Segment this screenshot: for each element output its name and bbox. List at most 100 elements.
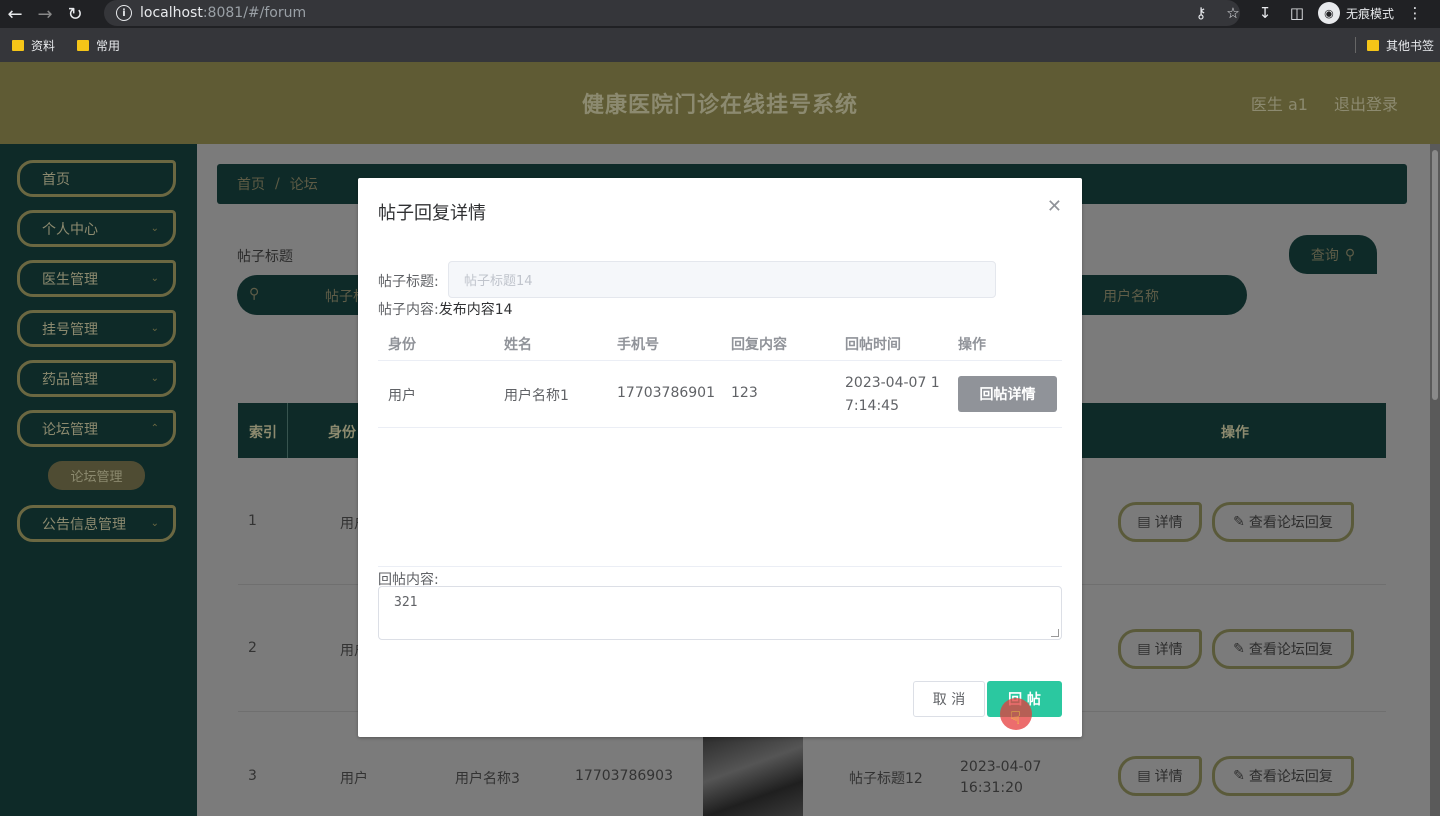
edit-icon: ✎ [1233, 768, 1245, 784]
post-thumbnail-image [703, 736, 803, 816]
site-info-icon[interactable]: i [116, 5, 132, 21]
username-placeholder: 用户名称 [1103, 289, 1159, 305]
sidebar-item-label: 药品管理 [42, 371, 98, 388]
reply-content-text: 321 [394, 595, 418, 610]
view-reply-button-label: 查看论坛回复 [1248, 769, 1333, 785]
reply-identity: 用户 [388, 388, 416, 404]
browser-toolbar: ← → ↻ i localhost:8081/#/forum ⚷ ☆ ↧ ◫ ◉… [0, 0, 1440, 28]
row-identity: 用户 [340, 771, 368, 787]
edit-icon: ✎ [1233, 514, 1245, 530]
reply-content-textarea[interactable]: 321 [378, 586, 1062, 640]
incognito-indicator[interactable]: ◉ 无痕模式 [1317, 2, 1394, 24]
document-icon: ▤ [1137, 514, 1151, 530]
url-host: localhost [140, 5, 203, 21]
cancel-button[interactable]: 取 消 [913, 681, 985, 717]
row-time: 2023-04-07 16:31:20 [960, 759, 1042, 796]
query-button-label: 查询 [1310, 247, 1339, 264]
download-icon[interactable]: ↧ [1254, 4, 1276, 22]
view-reply-button[interactable]: ✎ 查看论坛回复 [1212, 629, 1354, 669]
incognito-label: 无痕模式 [1345, 6, 1394, 21]
bookmark-separator [1355, 37, 1356, 53]
reply-table-header: 身份 姓名 手机号 回复内容 回帖时间 操作 [378, 324, 1062, 361]
bookmark-folder-2[interactable]: 常用 [77, 37, 120, 54]
sidebar-item-label: 挂号管理 [42, 321, 98, 338]
breadcrumb-current: 论坛 [289, 177, 318, 193]
sidebar-item-home[interactable]: 首页 [17, 160, 176, 197]
reply-content: 123 [731, 385, 758, 401]
folder-icon [1366, 39, 1379, 51]
sidebar-item-label: 公告信息管理 [42, 516, 126, 533]
row-index: 2 [248, 640, 257, 656]
breadcrumb-home[interactable]: 首页 [237, 174, 265, 194]
app-header: 健康医院门诊在线挂号系统 医生 a1 退出登录 [0, 62, 1440, 144]
post-title-label: 帖子标题: [378, 274, 439, 290]
detail-button-label: 详情 [1154, 642, 1183, 658]
column-header-index: 索引 [249, 425, 277, 441]
sidebar-item-notice[interactable]: 公告信息管理 ⌄ [17, 505, 176, 542]
bookmarks-bar: 资料 常用 其他书签 [0, 28, 1440, 62]
detail-button[interactable]: ▤ 详情 [1118, 502, 1202, 542]
column-header-content: 回复内容 [731, 337, 787, 353]
hand-cursor-icon: ☟ [1010, 708, 1021, 729]
sidebar-item-personal[interactable]: 个人中心 ⌄ [17, 210, 176, 247]
sidebar-item-forum[interactable]: 论坛管理 ⌃ [17, 410, 176, 447]
sidebar: 首页 个人中心 ⌄ 医生管理 ⌄ 挂号管理 ⌄ 药品管理 ⌄ 论坛管理 ⌃ 论坛管理 公告… [0, 144, 197, 816]
folder-icon [12, 39, 24, 51]
column-divider [287, 403, 288, 458]
incognito-icon: ◉ [1317, 2, 1340, 24]
post-title-input[interactable]: 帖子标题14 [448, 261, 996, 298]
other-bookmarks[interactable]: 其他书签 [1366, 28, 1434, 62]
edit-icon: ✎ [1233, 641, 1245, 657]
other-bookmarks-label: 其他书签 [1385, 38, 1434, 53]
view-reply-button[interactable]: ✎ 查看论坛回复 [1212, 756, 1354, 796]
bookmark-folder-1[interactable]: 资料 [12, 37, 55, 54]
back-icon[interactable]: ← [0, 0, 30, 28]
reply-detail-button[interactable]: 回帖详情 [958, 376, 1057, 412]
chevron-down-icon: ⌄ [150, 373, 159, 384]
query-button[interactable]: 查询 ⚲ [1289, 235, 1377, 274]
search-icon: ⚲ [249, 286, 260, 302]
key-icon[interactable]: ⚷ [1190, 4, 1212, 22]
bookmark-label: 常用 [96, 38, 121, 53]
sidebar-item-label: 医生管理 [42, 271, 98, 288]
sidebar-item-medicine[interactable]: 药品管理 ⌄ [17, 360, 176, 397]
close-icon[interactable]: ✕ [1047, 196, 1062, 217]
column-header-op: 操作 [958, 337, 986, 353]
search-icon: ⚲ [1344, 246, 1356, 263]
resize-handle[interactable] [1051, 629, 1059, 637]
detail-button-label: 详情 [1154, 769, 1183, 785]
forward-icon[interactable]: → [30, 0, 60, 28]
folder-icon [77, 39, 90, 51]
address-bar[interactable]: i localhost:8081/#/forum [104, 0, 1240, 26]
star-icon[interactable]: ☆ [1222, 4, 1244, 22]
post-content-label: 帖子内容: [378, 302, 439, 318]
scrollbar-thumb[interactable] [1432, 150, 1438, 400]
logout-link[interactable]: 退出登录 [1334, 91, 1398, 115]
detail-button[interactable]: ▤ 详情 [1118, 756, 1202, 796]
document-icon: ▤ [1137, 641, 1151, 657]
view-reply-button[interactable]: ✎ 查看论坛回复 [1212, 502, 1354, 542]
detail-button[interactable]: ▤ 详情 [1118, 629, 1202, 669]
chevron-down-icon: ⌄ [150, 323, 159, 334]
reload-icon[interactable]: ↻ [60, 0, 90, 28]
sidebar-subitem-forum[interactable]: 论坛管理 [48, 461, 145, 490]
bookmark-label: 资料 [31, 38, 56, 53]
reply-name: 用户名称1 [504, 388, 569, 404]
row-phone: 17703786903 [575, 768, 673, 784]
sidebar-item-doctor[interactable]: 医生管理 ⌄ [17, 260, 176, 297]
column-header-time: 回帖时间 [845, 337, 901, 353]
reply-time: 2023-04-07 17:14:45 [845, 375, 940, 414]
detail-button-label: 详情 [1154, 515, 1183, 531]
app-title: 健康医院门诊在线挂号系统 [581, 93, 858, 118]
sidebar-panel-icon[interactable]: ◫ [1286, 4, 1308, 22]
row-index: 1 [248, 513, 257, 529]
document-icon: ▤ [1137, 768, 1151, 784]
reply-detail-dialog: 帖子回复详情 ✕ 帖子标题: 帖子标题14 帖子内容:发布内容14 身份 姓名 … [358, 178, 1082, 737]
menu-icon[interactable]: ⋮ [1404, 4, 1426, 22]
view-reply-button-label: 查看论坛回复 [1248, 642, 1333, 658]
column-header-identity: 身份 [328, 425, 356, 441]
chevron-up-icon: ⌃ [150, 423, 159, 434]
chevron-down-icon: ⌄ [150, 223, 159, 234]
chevron-down-icon: ⌄ [150, 273, 159, 284]
sidebar-item-registration[interactable]: 挂号管理 ⌄ [17, 310, 176, 347]
